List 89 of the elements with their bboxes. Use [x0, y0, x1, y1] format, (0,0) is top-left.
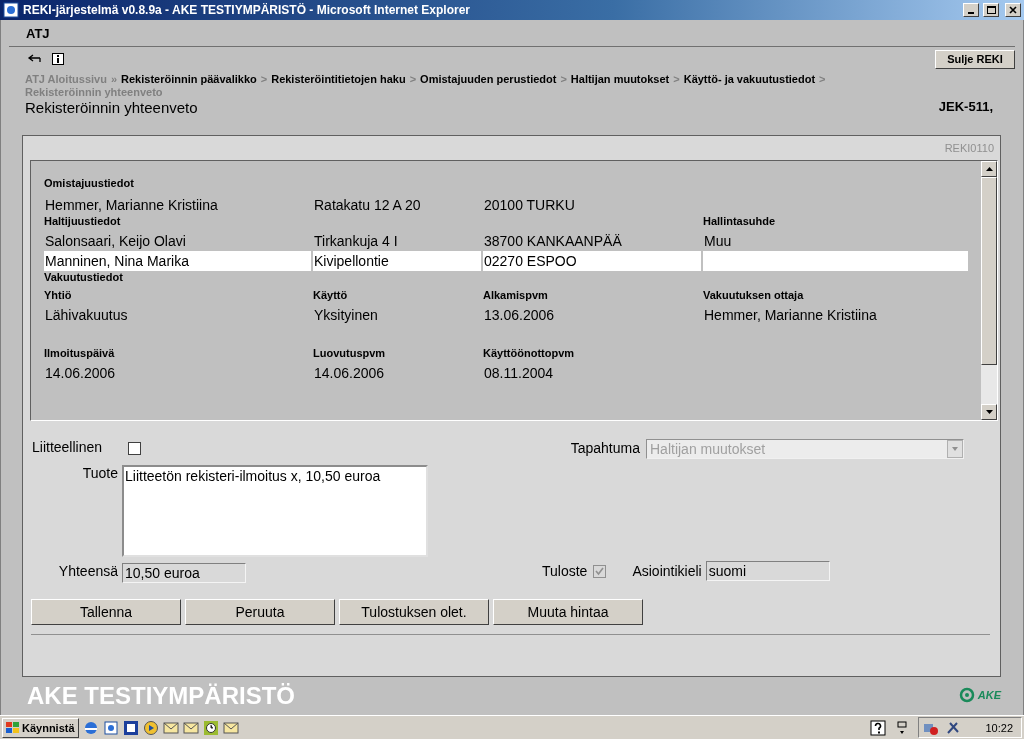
caret-icon	[947, 440, 963, 458]
field-value: 08.11.2004	[483, 364, 555, 383]
mail-icon[interactable]	[162, 719, 179, 736]
attachment-checkbox[interactable]	[128, 442, 141, 455]
action-button[interactable]: Peruuta	[185, 599, 335, 625]
field-label: Alkamispvm	[483, 289, 549, 303]
app-name: ATJ	[26, 25, 50, 41]
down-arrow-icon	[985, 410, 993, 414]
close-icon	[1009, 6, 1017, 14]
field-value: Hemmer, Marianne Kristiina	[44, 196, 219, 215]
clock-icon[interactable]	[202, 719, 219, 736]
field-value: 14.06.2006	[313, 364, 386, 383]
field-label: Hallintasuhde	[703, 215, 777, 229]
close-reki-button[interactable]: Sulje REKI	[935, 49, 1015, 69]
action-button[interactable]: Muuta hintaa	[493, 599, 643, 625]
field-label: Tuote	[81, 465, 118, 483]
selected-cell[interactable]: Manninen, Nina Marika	[44, 251, 311, 271]
field-label: Liitteellinen	[31, 439, 104, 457]
field-label: Tapahtuma	[570, 440, 640, 456]
scroll-up-button[interactable]	[981, 161, 997, 177]
field-label: Luovutuspvm	[313, 347, 387, 361]
field-label: Tuloste	[542, 563, 588, 579]
scrollbar[interactable]	[981, 161, 997, 420]
breadcrumb-separator: >	[819, 73, 826, 86]
action-button[interactable]: Tulostuksen olet.	[339, 599, 489, 625]
field-value: Yksityinen	[313, 306, 379, 325]
field-value: Lähivakuutus	[44, 306, 129, 325]
field-label: Käyttöönottopvm	[483, 347, 576, 361]
registration-plate: JEK-511,	[938, 99, 993, 116]
product-textarea[interactable]: Liitteetön rekisteri-ilmoitus x, 10,50 euroa	[122, 465, 428, 557]
breadcrumb-separator: >	[260, 73, 268, 86]
selected-cell[interactable]: 02270 ESPOO	[483, 251, 701, 271]
field-label: Ilmoituspäivä	[44, 347, 116, 361]
language-field[interactable]: suomi	[705, 561, 830, 581]
browser-icon[interactable]	[82, 719, 99, 736]
breadcrumb-separator: >	[560, 73, 567, 86]
section-heading: Vakuutustiedot	[44, 271, 124, 285]
breadcrumb-link[interactable]: Rekisteröinnin päävalikko	[121, 73, 257, 86]
field-value: Muu	[703, 232, 733, 251]
breadcrumb-item: Rekisteröinnin yhteenveto	[25, 86, 163, 99]
page-title: Rekisteröinnin yhteenveto	[25, 99, 198, 118]
up-arrow-icon	[985, 167, 993, 171]
total-field[interactable]: 10,50 euroa	[122, 563, 246, 583]
screen-code: REKI0110	[944, 142, 994, 154]
close-button[interactable]	[1005, 3, 1021, 17]
maximize-button[interactable]	[983, 3, 999, 17]
field-value: Tirkankuja 4 I	[313, 232, 399, 251]
breadcrumb-separator: >	[409, 73, 417, 86]
media-player-icon[interactable]	[142, 719, 159, 736]
section-heading: Omistajuustiedot	[44, 177, 135, 191]
field-label: Asiointikieli	[632, 563, 702, 579]
field-value: Hemmer, Marianne Kristiina	[703, 306, 878, 325]
mail-icon[interactable]	[182, 719, 199, 736]
company-logo: AKE	[957, 687, 1001, 703]
breadcrumb-link[interactable]: Haltijan muutokset	[570, 73, 670, 86]
info-icon[interactable]	[51, 53, 65, 65]
breadcrumb-link[interactable]: Omistajuuden perustiedot	[420, 73, 557, 86]
field-label: Käyttö	[313, 289, 349, 303]
selected-cell[interactable]	[703, 251, 968, 271]
field-value: 14.06.2006	[44, 364, 117, 383]
field-label: Vakuutuksen ottaja	[703, 289, 805, 303]
windows-logo-icon	[6, 721, 20, 734]
back-arrow-icon[interactable]	[27, 53, 41, 65]
maximize-icon	[986, 6, 996, 14]
environment-title: AKE TESTIYMPÄRISTÖ	[27, 683, 296, 709]
breadcrumb-link[interactable]: Rekisteröintitietojen haku	[271, 73, 406, 86]
field-value: 20100 TURKU	[483, 196, 576, 215]
field-label: Yhteensä	[57, 563, 118, 581]
field-value: 13.06.2006	[483, 306, 556, 325]
start-button[interactable]: Käynnistä	[2, 717, 79, 738]
mail-icon[interactable]	[222, 719, 239, 736]
field-value: 38700 KANKAANPÄÄ	[483, 232, 623, 251]
browser-icon	[3, 2, 19, 18]
breadcrumb-separator: >	[673, 73, 680, 86]
help-icon[interactable]	[870, 719, 887, 736]
action-button[interactable]: Tallenna	[31, 599, 181, 625]
browser-icon[interactable]	[102, 719, 119, 736]
field-value: Ratakatu 12 A 20	[313, 196, 422, 215]
breadcrumb-link[interactable]: Käyttö- ja vakuutustiedot	[683, 73, 816, 86]
breadcrumb-separator: »	[110, 73, 118, 86]
window-title: REKI-järjestelmä v0.8.9a - AKE TESTIYMPÄRISTÖ - Microsoft Internet Explorer	[23, 3, 471, 17]
event-dropdown: Haltijan muutokset	[646, 439, 964, 459]
scroll-down-button[interactable]	[981, 404, 997, 420]
clock: 10:22	[985, 721, 1013, 734]
selected-cell[interactable]: Kivipellontie	[313, 251, 481, 271]
minimize-button[interactable]	[963, 3, 979, 17]
field-value: Salonsaari, Keijo Olavi	[44, 232, 187, 251]
field-label: Haltijuustiedot	[44, 215, 122, 229]
field-label: Yhtiö	[44, 289, 73, 303]
